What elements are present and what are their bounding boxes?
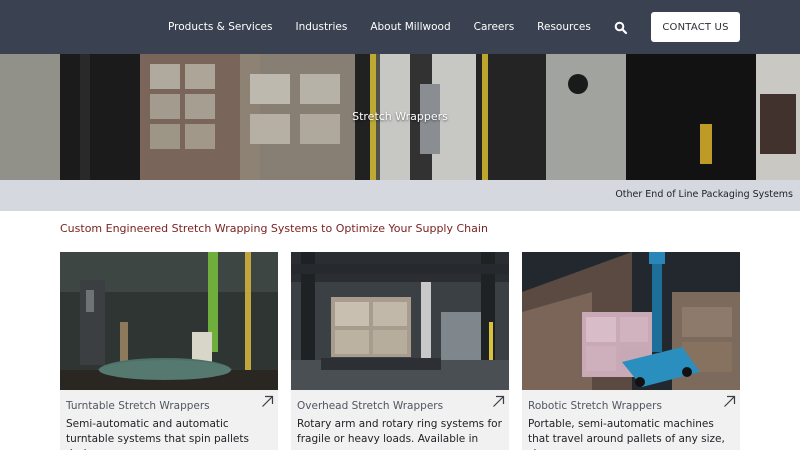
card-description-robotic: Portable, semi-automatic machines that t… [528, 418, 725, 450]
other-end-of-line-link[interactable]: Other End of Line Packaging Systems [615, 189, 793, 200]
card-image-turntable [60, 252, 278, 390]
nav-item-industries[interactable]: Industries [295, 21, 347, 33]
nav-item-about[interactable]: About Millwood [370, 21, 450, 33]
arrow-up-right-icon[interactable] [261, 393, 274, 407]
nav-item-products-services[interactable]: Products & Services [168, 21, 272, 33]
card-turntable[interactable]: Turntable Stretch Wrappers Semi-automati… [60, 252, 278, 450]
card-robotic[interactable]: Robotic Stretch Wrappers Portable, semi-… [522, 252, 740, 450]
arrow-up-right-icon[interactable] [723, 393, 736, 407]
search-icon[interactable] [614, 20, 628, 35]
section-title: Custom Engineered Stretch Wrapping Syste… [60, 222, 488, 235]
contact-us-button[interactable]: CONTACT US [651, 12, 740, 42]
top-navigation: Products & Services Industries About Mil… [0, 0, 800, 54]
card-description-turntable: Semi-automatic and automatic turntable s… [66, 418, 249, 450]
card-title-overhead[interactable]: Overhead Stretch Wrappers [297, 400, 443, 412]
sub-navigation-bar: Other End of Line Packaging Systems [0, 180, 800, 211]
card-title-robotic[interactable]: Robotic Stretch Wrappers [528, 400, 662, 412]
card-overhead[interactable]: Overhead Stretch Wrappers Rotary arm and… [291, 252, 509, 450]
nav-menu: Products & Services Industries About Mil… [168, 0, 628, 54]
card-description-overhead: Rotary arm and rotary ring systems for f… [297, 418, 502, 445]
card-title-turntable[interactable]: Turntable Stretch Wrappers [66, 400, 210, 412]
nav-item-resources[interactable]: Resources [537, 21, 591, 33]
arrow-up-right-icon[interactable] [492, 393, 505, 407]
hero-title: Stretch Wrappers [352, 110, 448, 123]
nav-item-careers[interactable]: Careers [474, 21, 515, 33]
card-image-overhead [291, 252, 509, 390]
card-image-robotic [522, 252, 740, 390]
hero-banner: Stretch Wrappers [0, 54, 800, 180]
